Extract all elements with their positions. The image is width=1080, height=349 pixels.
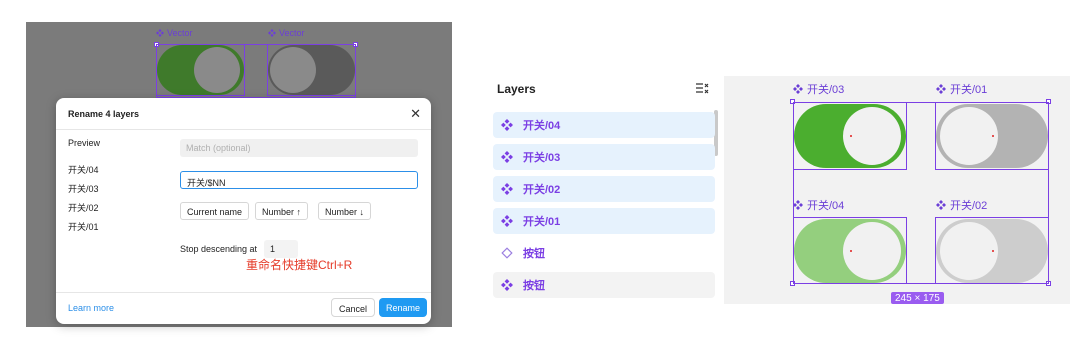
layer-label: 开关/04 xyxy=(523,120,561,132)
vector-label-2: Vector xyxy=(268,28,305,38)
layer-row[interactable]: 开关/04 xyxy=(493,112,715,138)
center-marker xyxy=(850,250,852,252)
component-icon xyxy=(268,29,276,37)
layer-label: 按钮 xyxy=(523,248,545,260)
component-label-text: 开关/03 xyxy=(807,84,845,96)
close-icon[interactable]: ✕ xyxy=(410,106,421,122)
divider xyxy=(56,129,431,130)
match-input[interactable]: Match (optional) xyxy=(180,139,418,157)
layer-label: 开关/01 xyxy=(523,216,561,228)
vector-label-text: Vector xyxy=(279,28,305,38)
toggle-switch-off[interactable] xyxy=(936,104,1048,168)
number-descending-button[interactable]: Number ↓ xyxy=(318,202,372,220)
component-instance-icon xyxy=(501,151,513,163)
divider xyxy=(56,292,431,293)
component-instance-icon xyxy=(501,119,513,131)
center-marker xyxy=(992,135,994,137)
dimension-badge: 245 × 175 xyxy=(891,292,944,304)
shortcut-annotation: 重命名快捷键Ctrl+R xyxy=(246,258,353,272)
component-label: 开关/01 xyxy=(936,81,987,97)
dialog-title: Rename 4 layers xyxy=(68,109,140,119)
vector-bounds xyxy=(267,44,356,96)
component-icon xyxy=(936,84,946,94)
layer-row[interactable]: 开关/02 xyxy=(493,176,715,202)
layer-label: 开关/03 xyxy=(523,152,561,164)
component-outline-icon xyxy=(501,247,513,259)
layers-panel: Layers 开关/04 开关/03 开关/02 开关/01 按钮 按钮 xyxy=(490,74,722,304)
layer-row[interactable]: 开关/03 xyxy=(493,144,715,170)
rename-layers-dialog: Rename 4 layers ✕ Preview 开关/04 开关/03 开关… xyxy=(56,98,431,324)
right-canvas: 开关/03 开关/01 开关/04 开关/02 245 × 175 xyxy=(724,76,1070,304)
preview-item: 开关/01 xyxy=(68,222,99,232)
layer-label: 按钮 xyxy=(523,280,545,292)
component-instance-icon xyxy=(501,183,513,195)
layer-row[interactable]: 按钮 xyxy=(493,240,715,266)
center-marker xyxy=(850,135,852,137)
component-label: 开关/03 xyxy=(793,81,844,97)
layer-label: 开关/02 xyxy=(523,184,561,196)
vector-bounds xyxy=(156,44,245,96)
vector-label-text: Vector xyxy=(167,28,193,38)
rename-input[interactable]: 开关/$NN xyxy=(180,171,418,189)
preview-item: 开关/03 xyxy=(68,184,99,194)
preview-item: 开关/02 xyxy=(68,203,99,213)
center-marker xyxy=(992,250,994,252)
layer-row[interactable]: 按钮 xyxy=(493,272,715,298)
number-ascending-button[interactable]: Number ↑ xyxy=(255,202,309,220)
component-icon xyxy=(156,29,164,37)
component-instance-icon xyxy=(501,215,513,227)
screenshot-stage: Vector Vector Rename 4 layers ✕ Preview … xyxy=(0,0,1080,349)
cancel-button[interactable]: Cancel xyxy=(331,298,376,317)
component-icon xyxy=(793,84,803,94)
collapse-layers-icon[interactable] xyxy=(695,82,709,94)
stop-descending-label: Stop descending at xyxy=(180,244,258,254)
component-label-text: 开关/01 xyxy=(950,84,988,96)
toggle-switch-on[interactable] xyxy=(794,104,906,168)
toggle-knob xyxy=(940,107,998,165)
toggle-switch-on-disabled[interactable] xyxy=(794,219,906,283)
current-name-button[interactable]: Current name xyxy=(180,202,250,220)
vector-label-1: Vector xyxy=(156,28,193,38)
preview-heading: Preview xyxy=(68,138,101,148)
toggle-switch-off-disabled[interactable] xyxy=(936,219,1048,283)
toggle-knob xyxy=(940,222,998,280)
component-instance-icon xyxy=(501,279,513,291)
layer-row[interactable]: 开关/01 xyxy=(493,208,715,234)
preview-item: 开关/04 xyxy=(68,165,99,175)
layers-title: Layers xyxy=(497,82,536,96)
learn-more-link[interactable]: Learn more xyxy=(68,303,114,313)
rename-button[interactable]: Rename xyxy=(379,298,428,317)
